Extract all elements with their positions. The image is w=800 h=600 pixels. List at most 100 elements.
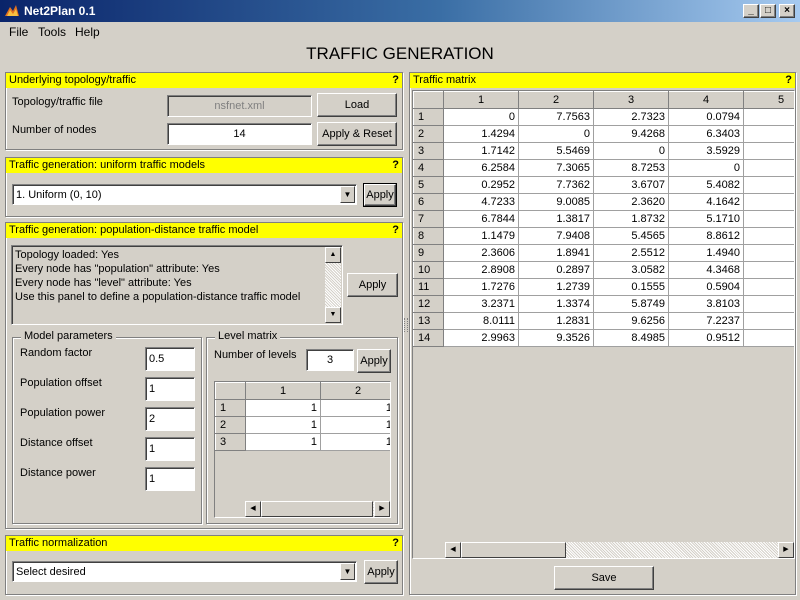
- levels-apply-button[interactable]: Apply: [357, 349, 391, 373]
- distance-power-input[interactable]: 1: [145, 467, 195, 491]
- menu-help[interactable]: Help: [75, 25, 100, 39]
- table-cell[interactable]: 0.2897: [518, 261, 594, 279]
- table-cell[interactable]: 4.3468: [668, 261, 744, 279]
- scroll-thumb[interactable]: [261, 501, 373, 517]
- table-cell[interactable]: 1.4294: [443, 125, 519, 143]
- table-cell[interactable]: 1: [320, 416, 390, 434]
- table-cell[interactable]: 0.0794: [668, 108, 744, 126]
- table-cell[interactable]: 3.0582: [593, 261, 669, 279]
- table-cell[interactable]: 3.2371: [443, 295, 519, 313]
- table-cell[interactable]: 2.3606: [443, 244, 519, 262]
- table-cell[interactable]: [743, 176, 794, 194]
- table-cell[interactable]: 0.2952: [443, 176, 519, 194]
- distance-offset-input[interactable]: 1: [145, 437, 195, 461]
- table-cell[interactable]: 4.7233: [443, 193, 519, 211]
- table-cell[interactable]: 1: [320, 433, 390, 451]
- level-matrix-hscrollbar[interactable]: ◀ ▶: [245, 501, 390, 517]
- table-cell[interactable]: 6.7844: [443, 210, 519, 228]
- table-cell[interactable]: 0: [443, 108, 519, 126]
- scroll-up-icon[interactable]: ▲: [325, 247, 341, 263]
- table-cell[interactable]: 1: [245, 433, 321, 451]
- table-cell[interactable]: 3.6707: [593, 176, 669, 194]
- table-cell[interactable]: 2.5512: [593, 244, 669, 262]
- scroll-thumb[interactable]: [461, 542, 566, 558]
- panel-splitter[interactable]: [404, 318, 408, 332]
- table-cell[interactable]: 8.4985: [593, 329, 669, 347]
- table-cell[interactable]: 1.3817: [518, 210, 594, 228]
- table-cell[interactable]: 8.0111: [443, 312, 519, 330]
- table-cell[interactable]: 8.7253: [593, 159, 669, 177]
- menu-file[interactable]: File: [9, 25, 28, 39]
- table-cell[interactable]: 1.8732: [593, 210, 669, 228]
- table-cell[interactable]: 6.3403: [668, 125, 744, 143]
- table-cell[interactable]: 9.4268: [593, 125, 669, 143]
- help-icon[interactable]: ?: [392, 536, 399, 551]
- table-cell[interactable]: 0: [518, 125, 594, 143]
- table-cell[interactable]: 1: [245, 399, 321, 417]
- table-cell[interactable]: 5.1710: [668, 210, 744, 228]
- chevron-down-icon[interactable]: ▼: [340, 563, 355, 580]
- table-cell[interactable]: 0.5904: [668, 278, 744, 296]
- help-icon[interactable]: ?: [392, 158, 399, 173]
- table-cell[interactable]: 1.8941: [518, 244, 594, 262]
- table-cell[interactable]: 6.0: [743, 108, 794, 126]
- table-cell[interactable]: 0.: [743, 329, 794, 347]
- table-cell[interactable]: 0.: [743, 193, 794, 211]
- population-power-input[interactable]: 2: [145, 407, 195, 431]
- table-cell[interactable]: 2.: [743, 210, 794, 228]
- help-icon[interactable]: ?: [785, 73, 792, 88]
- apply-reset-button[interactable]: Apply & Reset: [317, 122, 397, 146]
- table-cell[interactable]: 5.5469: [518, 142, 594, 160]
- table-cell[interactable]: 3.5929: [668, 142, 744, 160]
- table-cell[interactable]: 7.9408: [518, 227, 594, 245]
- table-cell[interactable]: 7.3065: [518, 159, 594, 177]
- normalization-select[interactable]: Select desired ▼: [12, 561, 357, 582]
- table-cell[interactable]: 1.4940: [668, 244, 744, 262]
- scroll-left-icon[interactable]: ◀: [245, 501, 261, 517]
- close-icon[interactable]: ×: [779, 4, 795, 18]
- table-cell[interactable]: 2.8908: [443, 261, 519, 279]
- table-cell[interactable]: 7.7563: [518, 108, 594, 126]
- save-button[interactable]: Save: [554, 566, 654, 590]
- table-cell[interactable]: 9.6256: [593, 312, 669, 330]
- table-cell[interactable]: 7.: [743, 295, 794, 313]
- table-cell[interactable]: 1.7276: [443, 278, 519, 296]
- menu-tools[interactable]: Tools: [38, 25, 66, 39]
- table-cell[interactable]: 7.2237: [668, 312, 744, 330]
- scroll-down-icon[interactable]: ▼: [325, 307, 341, 323]
- help-icon[interactable]: ?: [392, 223, 399, 238]
- table-cell[interactable]: 0: [668, 159, 744, 177]
- table-cell[interactable]: 1.1479: [443, 227, 519, 245]
- table-cell[interactable]: 1.2739: [518, 278, 594, 296]
- scroll-right-icon[interactable]: ▶: [374, 501, 390, 517]
- uniform-model-select[interactable]: 1. Uniform (0, 10) ▼: [12, 184, 357, 205]
- table-cell[interactable]: 0.1555: [593, 278, 669, 296]
- uniform-apply-button[interactable]: Apply: [363, 183, 397, 207]
- table-cell[interactable]: 0: [593, 142, 669, 160]
- table-cell[interactable]: 5.: [743, 244, 794, 262]
- table-cell[interactable]: 2.5: [743, 125, 794, 143]
- table-cell[interactable]: 2.7323: [593, 108, 669, 126]
- table-cell[interactable]: 0.9512: [668, 329, 744, 347]
- table-cell[interactable]: 9.3526: [518, 329, 594, 347]
- table-cell[interactable]: 8.8612: [668, 227, 744, 245]
- maximize-icon[interactable]: □: [760, 4, 776, 18]
- random-factor-input[interactable]: 0.5: [145, 347, 195, 371]
- table-cell[interactable]: 6.2584: [443, 159, 519, 177]
- table-cell[interactable]: 1: [245, 416, 321, 434]
- table-cell[interactable]: 4.1642: [668, 193, 744, 211]
- table-cell[interactable]: 1.1: [743, 159, 794, 177]
- table-cell[interactable]: 7.7362: [518, 176, 594, 194]
- table-cell[interactable]: 2.3620: [593, 193, 669, 211]
- minimize-icon[interactable]: _: [743, 4, 759, 18]
- table-cell[interactable]: 5.4565: [593, 227, 669, 245]
- table-cell[interactable]: 3.8103: [668, 295, 744, 313]
- log-scrollbar[interactable]: ▲ ▼: [325, 247, 341, 323]
- table-cell[interactable]: 2.0: [743, 227, 794, 245]
- table-cell[interactable]: 1: [320, 399, 390, 417]
- table-cell[interactable]: 5.4082: [668, 176, 744, 194]
- number-of-levels-input[interactable]: 3: [306, 349, 354, 371]
- popdist-apply-button[interactable]: Apply: [347, 273, 398, 297]
- table-cell[interactable]: 9.0085: [518, 193, 594, 211]
- table-cell[interactable]: 5.5: [743, 142, 794, 160]
